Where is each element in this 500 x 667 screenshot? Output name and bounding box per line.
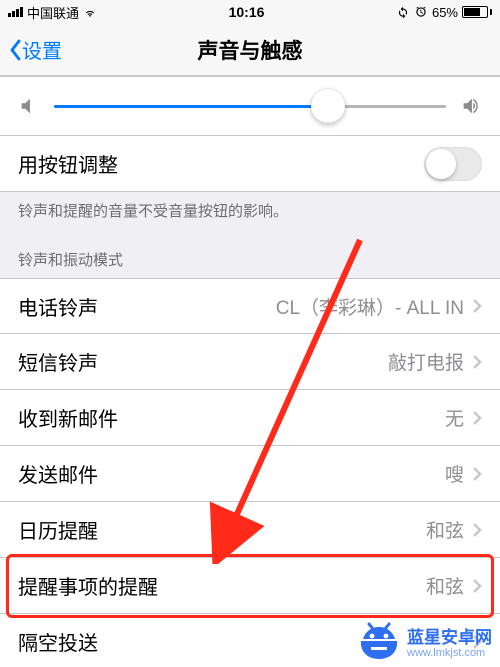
orientation-lock-icon xyxy=(396,5,410,19)
back-button[interactable]: 设置 xyxy=(8,35,62,64)
chevron-right-icon xyxy=(472,410,482,426)
volume-slider-fill xyxy=(54,105,328,108)
reminders-value: 和弦 xyxy=(426,572,464,599)
signal-icon xyxy=(8,7,23,17)
page-title: 声音与触感 xyxy=(0,35,500,65)
change-with-buttons-label: 用按钮调整 xyxy=(18,149,424,178)
status-bar: 中国联通 10:16 65% xyxy=(0,0,500,24)
volume-low-icon xyxy=(18,95,40,117)
sent-mail-label: 发送邮件 xyxy=(18,459,445,488)
change-with-buttons-footer: 铃声和提醒的音量不受音量按钮的影响。 xyxy=(0,192,500,233)
text-tone-cell[interactable]: 短信铃声 敲打电报 xyxy=(0,334,500,390)
watermark-url: www.lmkjst.com xyxy=(407,648,492,659)
chevron-right-icon xyxy=(472,354,482,370)
chevron-right-icon xyxy=(472,298,482,314)
reminders-cell[interactable]: 提醒事项的提醒 和弦 xyxy=(0,558,500,614)
change-with-buttons-cell: 用按钮调整 xyxy=(0,136,500,192)
ringtone-value: CL（李彩琳）- ALL IN xyxy=(276,293,464,320)
reminders-label: 提醒事项的提醒 xyxy=(18,571,426,600)
android-mascot-icon xyxy=(357,621,401,661)
new-mail-value: 无 xyxy=(445,404,464,431)
ringtone-section-header: 铃声和振动模式 xyxy=(0,233,500,278)
back-label: 设置 xyxy=(22,35,62,64)
nav-bar: 设置 声音与触感 xyxy=(0,24,500,76)
calendar-label: 日历提醒 xyxy=(18,515,426,544)
alarm-icon xyxy=(414,5,428,19)
volume-slider[interactable] xyxy=(54,105,446,108)
chevron-left-icon xyxy=(8,39,22,61)
chevron-right-icon xyxy=(472,466,482,482)
text-tone-value: 敲打电报 xyxy=(388,348,464,375)
ringtone-label: 电话铃声 xyxy=(18,292,276,321)
new-mail-cell[interactable]: 收到新邮件 无 xyxy=(0,390,500,446)
sent-mail-value: 嗖 xyxy=(445,460,464,487)
watermark-name: 蓝星安卓网 xyxy=(407,623,492,648)
volume-slider-row xyxy=(0,76,500,136)
carrier-name: 中国联通 xyxy=(27,3,79,22)
sent-mail-cell[interactable]: 发送邮件 嗖 xyxy=(0,446,500,502)
ringtone-cell[interactable]: 电话铃声 CL（李彩琳）- ALL IN xyxy=(0,278,500,334)
new-mail-label: 收到新邮件 xyxy=(18,403,445,432)
volume-high-icon xyxy=(460,95,482,117)
text-tone-label: 短信铃声 xyxy=(18,347,388,376)
wifi-icon xyxy=(83,5,97,19)
status-right: 65% xyxy=(396,5,492,20)
status-time: 10:16 xyxy=(97,4,396,20)
watermark: 蓝星安卓网 www.lmkjst.com xyxy=(357,621,492,661)
battery-percent: 65% xyxy=(432,5,458,20)
battery-icon xyxy=(462,6,492,18)
status-left: 中国联通 xyxy=(8,3,97,22)
calendar-value: 和弦 xyxy=(426,516,464,543)
chevron-right-icon xyxy=(472,522,482,538)
chevron-right-icon xyxy=(472,578,482,594)
calendar-cell[interactable]: 日历提醒 和弦 xyxy=(0,502,500,558)
change-with-buttons-toggle[interactable] xyxy=(424,147,482,181)
volume-slider-thumb[interactable] xyxy=(311,89,345,123)
